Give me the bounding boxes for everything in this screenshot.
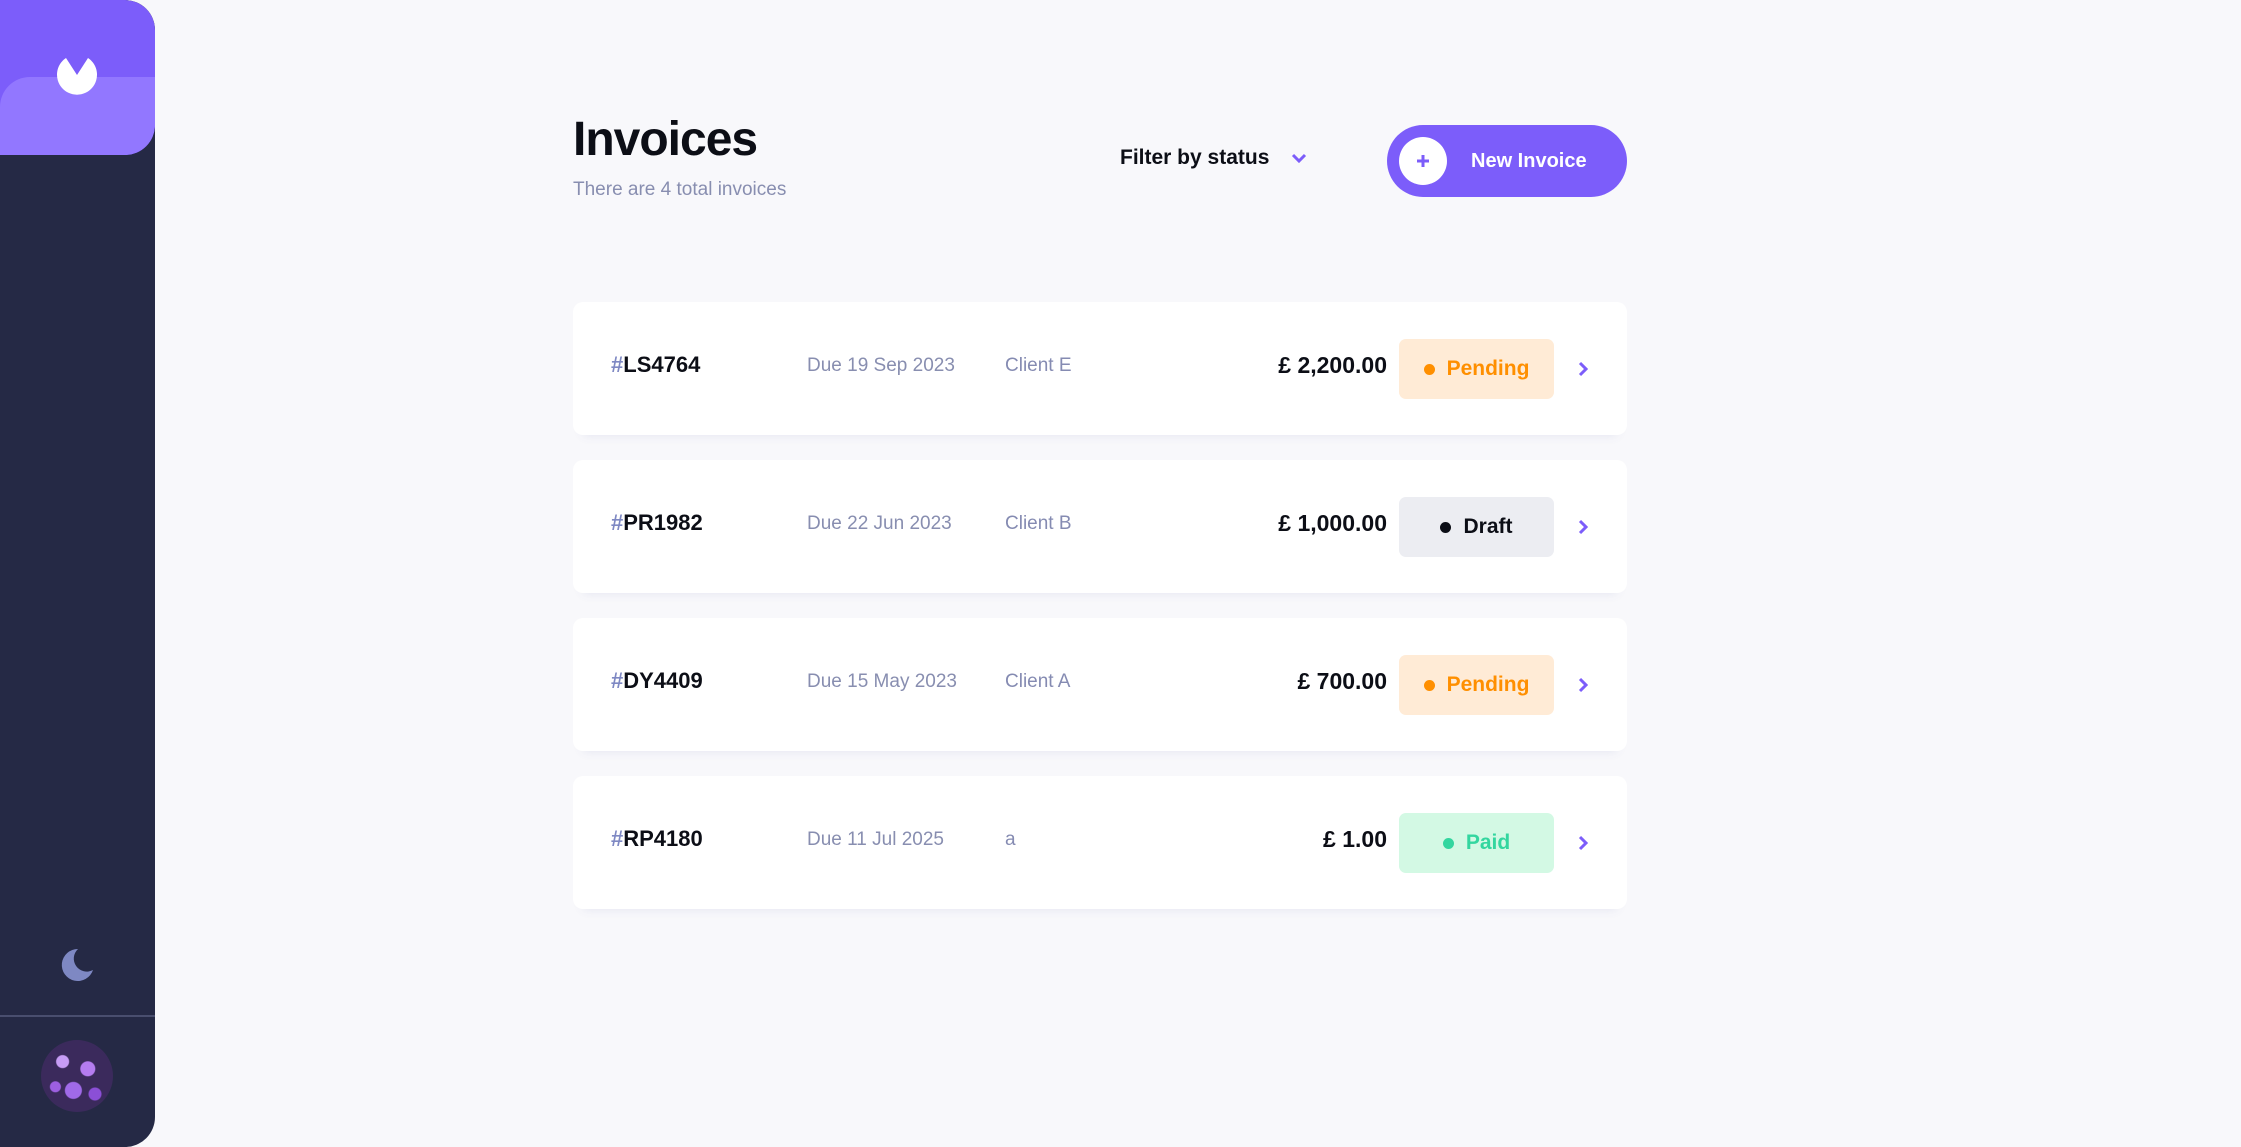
invoice-due-date: Due 15 May 2023	[807, 671, 957, 692]
invoice-amount: £ 700.00	[1297, 668, 1387, 694]
invoice-client: Client E	[1005, 355, 1072, 376]
chevron-right-icon	[1578, 835, 1588, 851]
invoice-amount: £ 2,200.00	[1278, 352, 1387, 378]
invoice-due-date: Due 19 Sep 2023	[807, 355, 955, 376]
invoice-row[interactable]: #DY4409 Due 15 May 2023 Client A £ 700.0…	[573, 618, 1627, 751]
invoice-row[interactable]: #RP4180 Due 11 Jul 2025 a £ 1.00 Paid	[573, 776, 1627, 909]
invoice-list: #LS4764 Due 19 Sep 2023 Client E £ 2,200…	[573, 302, 1627, 934]
logo-icon	[57, 58, 97, 95]
invoice-client: Client B	[1005, 513, 1072, 534]
status-badge: Pending	[1399, 655, 1554, 715]
status-dot	[1423, 363, 1435, 375]
filter-by-status-dropdown[interactable]: Filter by status	[1120, 146, 1307, 170]
invoice-amount: £ 1,000.00	[1278, 510, 1387, 536]
invoice-row[interactable]: #PR1982 Due 22 Jun 2023 Client B £ 1,000…	[573, 460, 1627, 593]
invoice-due-date: Due 11 Jul 2025	[807, 829, 944, 850]
invoice-row[interactable]: #LS4764 Due 19 Sep 2023 Client E £ 2,200…	[573, 302, 1627, 435]
new-invoice-button[interactable]: New Invoice	[1387, 125, 1627, 197]
sidebar	[0, 0, 155, 1147]
status-badge: Draft	[1399, 497, 1554, 557]
invoice-id: #DY4409	[611, 668, 703, 693]
status-dot	[1442, 837, 1454, 849]
new-invoice-label: New Invoice	[1471, 149, 1587, 172]
chevron-right-icon	[1578, 677, 1588, 693]
invoice-client: Client A	[1005, 671, 1071, 692]
status-dot	[1423, 679, 1435, 691]
invoice-id: #RP4180	[611, 826, 703, 851]
status-badge: Paid	[1399, 813, 1554, 873]
status-dot	[1440, 521, 1452, 533]
plus-circle	[1399, 137, 1447, 185]
filter-label: Filter by status	[1120, 146, 1270, 169]
invoice-id: #PR1982	[611, 510, 703, 535]
invoice-id: #LS4764	[611, 352, 701, 377]
invoice-due-date: Due 22 Jun 2023	[807, 513, 952, 534]
plus-icon	[1417, 155, 1429, 167]
avatar[interactable]	[41, 1040, 113, 1112]
chevron-down-icon	[1292, 153, 1307, 163]
invoice-amount: £ 1.00	[1323, 826, 1387, 852]
invoice-count-text: There are 4 total invoices	[573, 179, 787, 200]
chevron-right-icon	[1578, 519, 1588, 535]
invoice-client: a	[1005, 829, 1016, 850]
page-title: Invoices	[573, 113, 758, 166]
status-badge: Pending	[1399, 339, 1554, 399]
moon-icon[interactable]	[58, 946, 96, 984]
chevron-right-icon	[1578, 361, 1588, 377]
sidebar-divider	[0, 1015, 155, 1017]
logo[interactable]	[0, 0, 155, 155]
